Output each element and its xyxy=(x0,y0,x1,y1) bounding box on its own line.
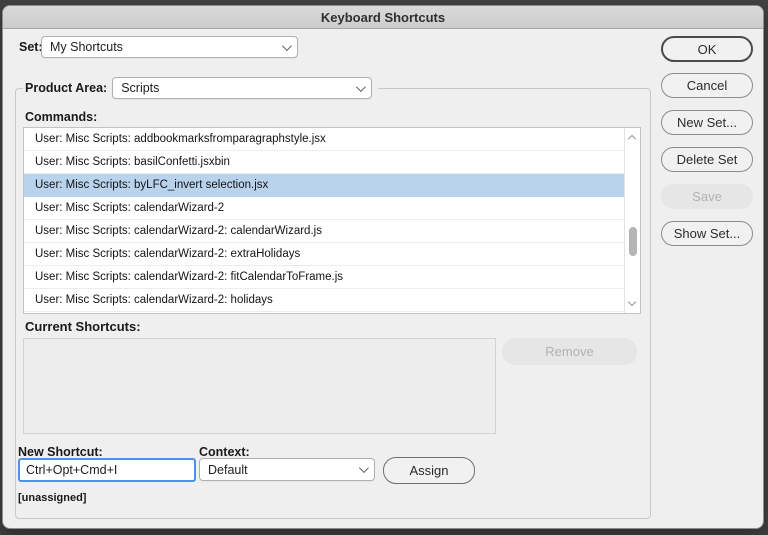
save-button-label: Save xyxy=(692,189,722,204)
product-area-label: Product Area: xyxy=(25,81,107,95)
ok-button-label: OK xyxy=(698,42,717,57)
context-dropdown-value: Default xyxy=(208,463,359,477)
new-set-button-label: New Set... xyxy=(677,115,737,130)
chevron-down-icon xyxy=(359,463,369,473)
set-dropdown[interactable]: My Shortcuts xyxy=(41,36,298,58)
window-title: Keyboard Shortcuts xyxy=(321,10,445,25)
chevron-down-icon xyxy=(356,82,366,92)
new-set-button[interactable]: New Set... xyxy=(661,110,753,135)
chevron-down-icon xyxy=(282,41,292,51)
commands-list: User: Misc Scripts: addbookmarksfrompara… xyxy=(23,127,641,314)
command-row[interactable]: User: Misc Scripts: addbookmarksfrompara… xyxy=(24,128,624,151)
unassigned-status: [unassigned] xyxy=(18,492,86,504)
keyboard-shortcuts-dialog: Keyboard Shortcuts Set: My Shortcuts OK … xyxy=(2,5,764,529)
cancel-button[interactable]: Cancel xyxy=(661,73,753,98)
context-label: Context: xyxy=(199,445,250,459)
product-area-dropdown-value: Scripts xyxy=(121,81,356,95)
scroll-up-icon[interactable] xyxy=(628,135,636,143)
ok-button[interactable]: OK xyxy=(661,36,753,62)
command-row[interactable]: User: Misc Scripts: calendarWizard-2 xyxy=(24,197,624,220)
new-shortcut-input[interactable] xyxy=(18,458,196,482)
cancel-button-label: Cancel xyxy=(687,78,727,93)
show-set-button-label: Show Set... xyxy=(674,226,740,241)
command-row[interactable]: User: Misc Scripts: calendarWizard-2: fi… xyxy=(24,266,624,289)
window-titlebar[interactable]: Keyboard Shortcuts xyxy=(3,6,763,29)
command-row[interactable]: User: Misc Scripts: calendarWizard-2: ca… xyxy=(24,220,624,243)
commands-scrollbar[interactable] xyxy=(624,128,640,313)
delete-set-button-label: Delete Set xyxy=(677,152,738,167)
current-shortcuts-label: Current Shortcuts: xyxy=(25,319,141,334)
new-shortcut-label: New Shortcut: xyxy=(18,445,103,459)
commands-rows: User: Misc Scripts: addbookmarksfrompara… xyxy=(24,128,624,313)
current-shortcuts-box[interactable] xyxy=(23,338,496,434)
remove-button-label: Remove xyxy=(545,344,593,359)
set-dropdown-value: My Shortcuts xyxy=(50,40,282,54)
context-dropdown[interactable]: Default xyxy=(199,458,375,481)
scrollbar-thumb[interactable] xyxy=(629,227,637,256)
product-area-dropdown[interactable]: Scripts xyxy=(112,77,372,99)
command-row[interactable]: User: Misc Scripts: byLFC_invert selecti… xyxy=(24,174,624,197)
save-button[interactable]: Save xyxy=(661,184,753,209)
show-set-button[interactable]: Show Set... xyxy=(661,221,753,246)
scroll-down-icon[interactable] xyxy=(628,298,636,306)
remove-button[interactable]: Remove xyxy=(502,338,637,365)
command-row[interactable]: User: Misc Scripts: basilConfetti.jsxbin xyxy=(24,151,624,174)
commands-label: Commands: xyxy=(25,110,97,124)
product-area-legend: Product Area: Scripts xyxy=(23,75,378,101)
command-row[interactable]: User: Misc Scripts: calendarWizard-2: ex… xyxy=(24,243,624,266)
delete-set-button[interactable]: Delete Set xyxy=(661,147,753,172)
assign-button[interactable]: Assign xyxy=(383,457,475,484)
command-row[interactable]: User: Misc Scripts: calendarWizard-2: ho… xyxy=(24,289,624,312)
set-label: Set: xyxy=(19,40,43,54)
assign-button-label: Assign xyxy=(409,463,448,478)
